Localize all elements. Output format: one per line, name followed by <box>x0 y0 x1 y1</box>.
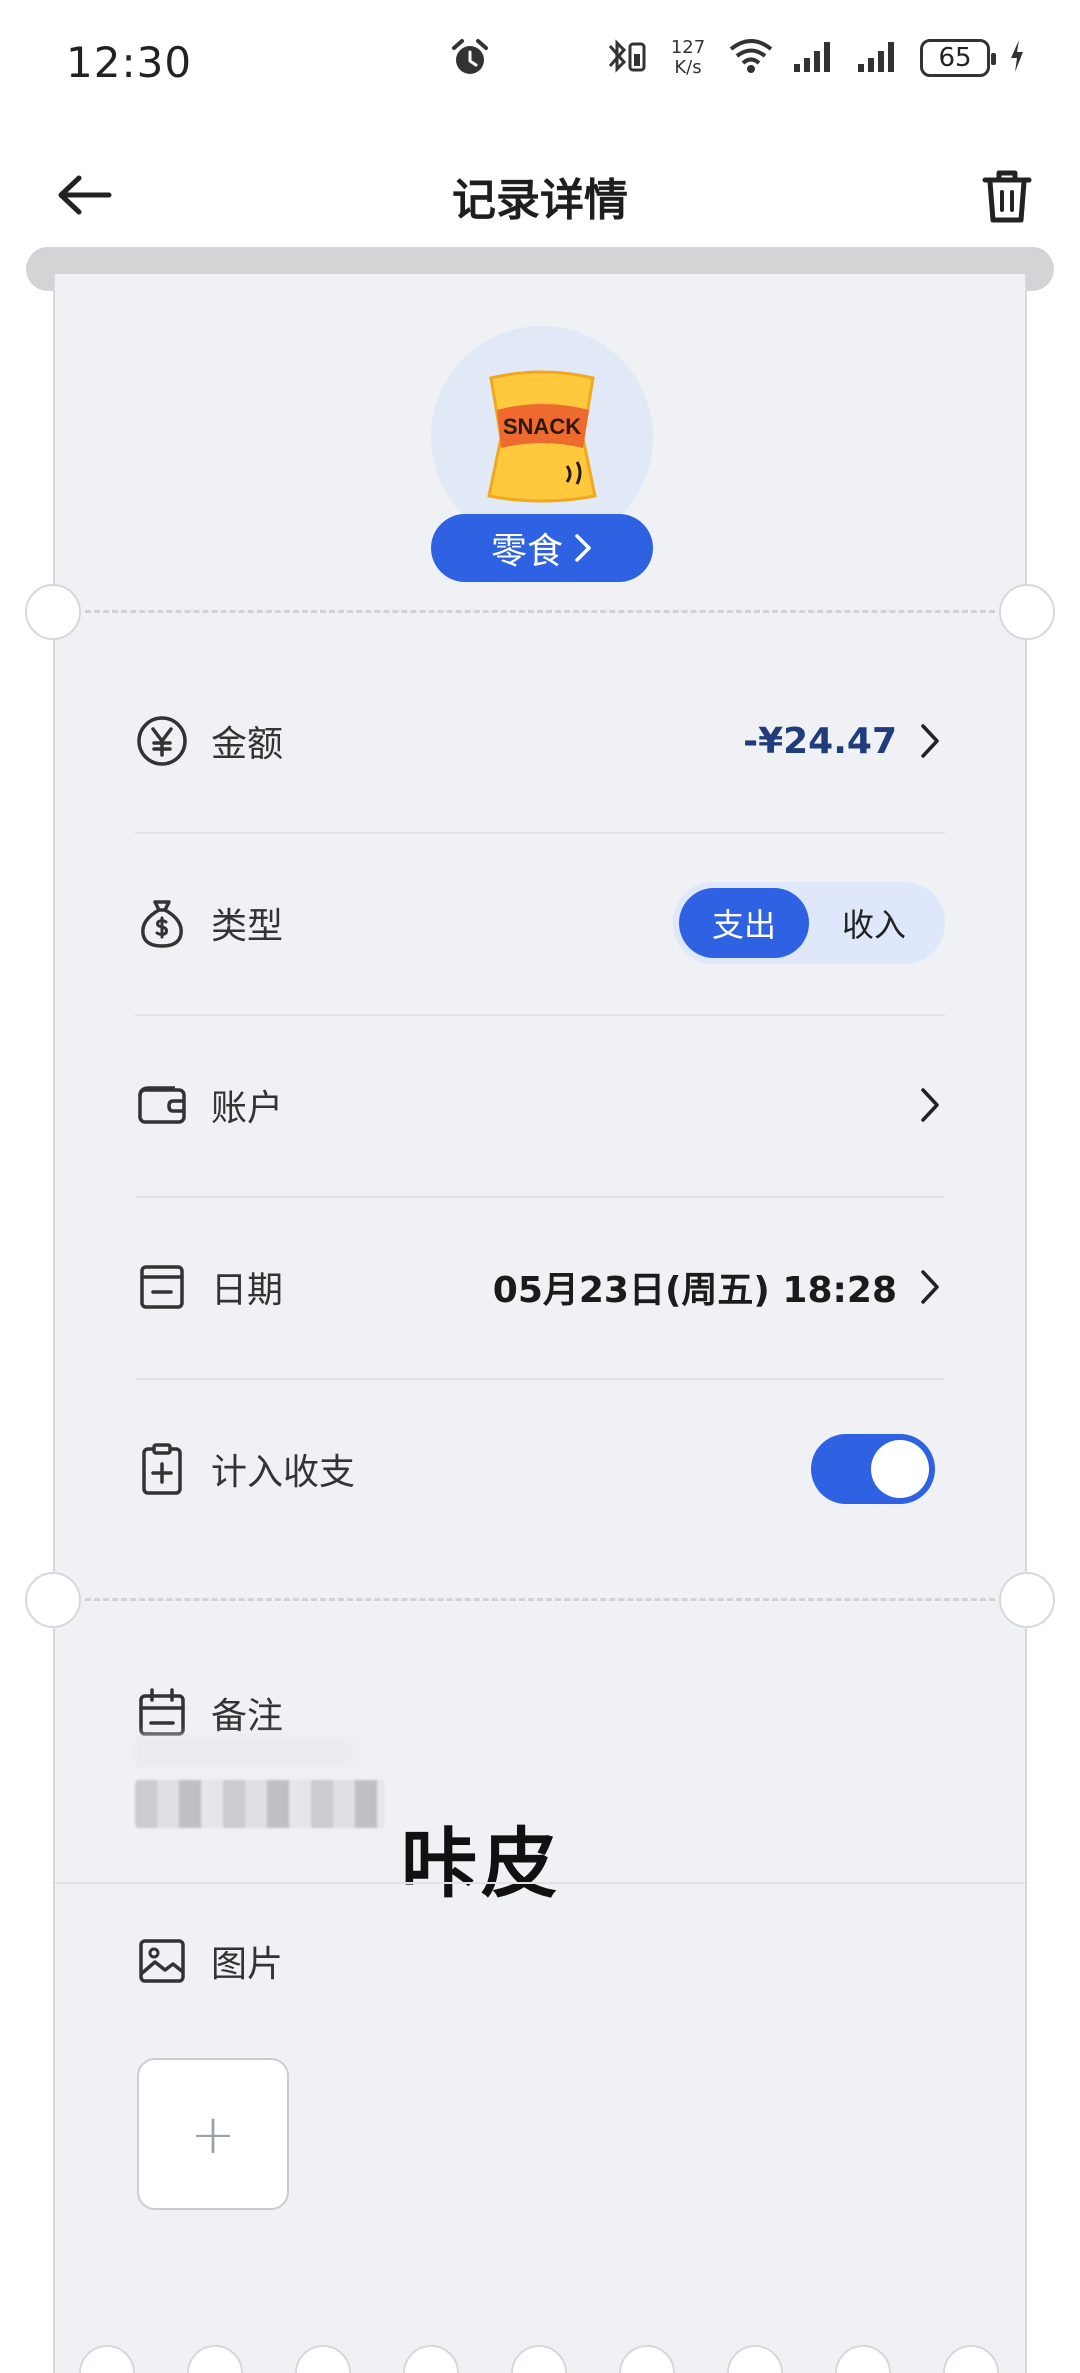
card-notch <box>999 1572 1055 1628</box>
status-icons: 127 K/s 65 <box>604 36 1026 80</box>
account-label: 账户 <box>211 1088 284 1129</box>
status-bar: 12:30 127 K/s 65 <box>0 0 1080 120</box>
clipboard-plus-icon <box>135 1442 189 1496</box>
note-label: 备注 <box>211 1696 284 1737</box>
images-label: 图片 <box>211 1944 284 1985</box>
card-notch <box>511 2345 567 2373</box>
amount-value: -¥24.47 <box>743 720 897 762</box>
amount-row[interactable]: 金额 -¥24.47 <box>135 650 945 832</box>
card-notch <box>187 2345 243 2373</box>
calendar-icon <box>135 1260 189 1314</box>
signal-2-icon <box>856 38 902 78</box>
card-notch <box>999 584 1055 640</box>
chevron-right-icon <box>915 721 945 761</box>
image-icon <box>135 1934 189 1988</box>
amount-label: 金额 <box>211 724 284 765</box>
wifi-icon <box>728 37 774 79</box>
card-bottom-edge <box>55 2345 1029 2373</box>
card-notch <box>403 2345 459 2373</box>
record-card: SNACK 零食 金额 -¥24.47 类型 支出 收入 账户 日期 05月23… <box>25 274 1055 2373</box>
images-header: 图片 <box>135 1934 283 1988</box>
type-label: 类型 <box>211 906 284 947</box>
type-option-income[interactable]: 收入 <box>809 888 939 958</box>
date-value: 05月23日(周五) 18:28 <box>492 1270 897 1311</box>
note-header: 备注 <box>135 1686 283 1740</box>
svg-text:SNACK: SNACK <box>503 414 581 439</box>
card-notch <box>835 2345 891 2373</box>
money-bag-icon <box>135 896 189 950</box>
trash-icon <box>982 170 1032 223</box>
card-notch <box>727 2345 783 2373</box>
alarm-icon <box>448 36 492 84</box>
include-toggle[interactable] <box>811 1434 935 1504</box>
date-label: 日期 <box>211 1270 284 1311</box>
card-notch <box>943 2345 999 2373</box>
add-image-button[interactable]: + <box>137 2058 289 2210</box>
page-title: 记录详情 <box>452 175 628 226</box>
dashed-divider <box>85 610 995 613</box>
screen: 12:30 127 K/s 65 记录详情 SNACK 零食 金额 -¥24.4… <box>0 0 1080 2373</box>
date-row[interactable]: 日期 05月23日(周五) 18:28 <box>135 1196 945 1378</box>
card-notch <box>295 2345 351 2373</box>
battery-indicator: 65 <box>920 39 996 77</box>
note-blur-overlay <box>135 1737 355 1767</box>
signal-1-icon <box>792 38 838 78</box>
type-option-expense[interactable]: 支出 <box>679 888 809 958</box>
note-overlay-text: 咔皮 <box>401 1819 561 1908</box>
delete-button[interactable] <box>974 162 1040 232</box>
card-notch <box>79 2345 135 2373</box>
charging-icon <box>1008 38 1026 78</box>
note-content-redacted[interactable] <box>135 1780 385 1828</box>
chevron-right-icon <box>915 1267 945 1307</box>
chevron-right-icon <box>575 534 591 562</box>
include-row: 计入收支 <box>135 1378 945 1560</box>
category-selector-button[interactable]: 零食 <box>431 514 653 582</box>
type-row: 类型 支出 收入 <box>135 832 945 1014</box>
status-time: 12:30 <box>66 38 193 87</box>
bluetooth-icon <box>604 36 648 80</box>
chevron-right-icon <box>915 1085 945 1125</box>
include-label: 计入收支 <box>211 1452 356 1493</box>
account-row[interactable]: 账户 <box>135 1014 945 1196</box>
section-divider <box>55 1882 1025 1884</box>
type-segmented-control: 支出 收入 <box>673 882 945 964</box>
category-name: 零食 <box>490 531 563 572</box>
card-notch <box>25 584 81 640</box>
top-app-bar: 记录详情 <box>0 140 1080 250</box>
toggle-knob <box>871 1440 929 1498</box>
net-speed: 127 K/s <box>670 37 706 78</box>
wallet-icon <box>135 1078 189 1132</box>
dashed-divider <box>85 1598 995 1601</box>
card-notch <box>619 2345 675 2373</box>
yen-icon <box>135 714 189 768</box>
card-notch <box>25 1572 81 1628</box>
note-icon <box>135 1686 189 1740</box>
